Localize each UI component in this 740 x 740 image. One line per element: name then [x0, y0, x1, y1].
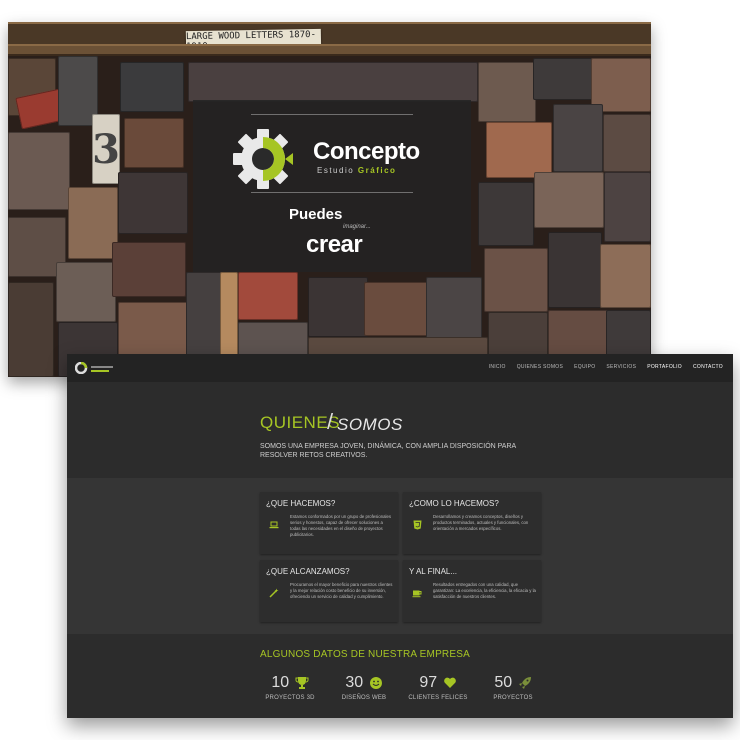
- service-card-text: Procuramos el mayor beneficio para nuest…: [290, 582, 393, 599]
- brand-subtitle: Estudio Gráfico: [317, 166, 397, 175]
- stat-label: PROYECTOS 3D: [265, 695, 315, 702]
- service-card: Y AL FINAL... Resultados entregados con …: [403, 560, 541, 622]
- smile-icon: [369, 677, 382, 689]
- service-card: ¿COMO LO HACEMOS? Desarrollamos y creamo…: [403, 492, 541, 554]
- shelf-top: [8, 22, 651, 46]
- laptop-icon: [268, 519, 280, 531]
- service-card-text: Estamos conformados por un grupo de prof…: [290, 514, 392, 537]
- rocket-icon: [518, 677, 531, 689]
- nav-menu: INICIO QUIENES SOMOS EQUIPO SERVICIOS PO…: [489, 364, 723, 370]
- divider-line: [251, 192, 413, 193]
- nav-item-contacto[interactable]: CONTACTO: [693, 364, 723, 370]
- coffee-icon: [411, 587, 423, 599]
- stat-value: 30: [345, 674, 364, 691]
- nav-item-inicio[interactable]: INICIO: [489, 364, 506, 370]
- service-card: ¿QUE ALCANZAMOS? Procuramos el mayor ben…: [260, 560, 398, 622]
- stat-label: PROYECTOS: [493, 695, 533, 702]
- stat-item: 50 PROYECTOS: [478, 674, 548, 701]
- service-card-text: Desarrollamos y creamos conceptos, diseñ…: [433, 514, 529, 531]
- about-section: QUIENES / SOMOS SOMOS UNA EMPRESA JOVEN,…: [67, 382, 733, 478]
- about-title-b: SOMOS: [337, 415, 403, 434]
- tagline-small: imaginar...: [343, 224, 371, 230]
- stat-value: 50: [494, 674, 513, 691]
- hero-banner: LARGE WOOD LETTERS 1870-1910 3 Concepto …: [8, 22, 651, 377]
- nav-logo-icon[interactable]: [75, 362, 89, 374]
- stat-value: 97: [419, 674, 438, 691]
- service-card-title: ¿QUE ALCANZAMOS?: [266, 567, 350, 576]
- service-card: ¿QUE HACEMOS? Estamos conformados por un…: [260, 492, 398, 554]
- service-card-title: ¿COMO LO HACEMOS?: [409, 499, 499, 508]
- stat-item: 10 PROYECTOS 3D: [255, 674, 325, 701]
- brand-overlay: Concepto Estudio Gráfico Puedes imaginar…: [193, 100, 471, 272]
- services-section: ¿QUE HACEMOS? Estamos conformados por un…: [67, 478, 733, 634]
- concepto-gear-logo: [233, 129, 293, 189]
- heart-icon: [443, 677, 456, 688]
- nav-logo-wordmark-sub: [91, 370, 109, 372]
- website-screenshot: INICIO QUIENES SOMOS EQUIPO SERVICIOS PO…: [67, 354, 733, 718]
- top-navigation: INICIO QUIENES SOMOS EQUIPO SERVICIOS PO…: [67, 354, 733, 382]
- trophy-icon: [295, 677, 309, 689]
- divider-line: [251, 114, 413, 115]
- service-card-title: Y AL FINAL...: [409, 567, 458, 576]
- stats-title: ALGUNOS DATOS DE NUESTRA EMPRESA: [260, 649, 470, 660]
- stat-item: 97 CLIENTES FELICES: [403, 674, 473, 701]
- stats-section: ALGUNOS DATOS DE NUESTRA EMPRESA 10 PROY…: [67, 634, 733, 718]
- nav-item-equipo[interactable]: EQUIPO: [574, 364, 595, 370]
- stat-item: 30 DISEÑOS WEB: [329, 674, 399, 701]
- nav-item-servicios[interactable]: SERVICIOS: [606, 364, 636, 370]
- about-description: SOMOS UNA EMPRESA JOVEN, DINÁMICA, CON A…: [260, 443, 516, 459]
- service-card-title: ¿QUE HACEMOS?: [266, 499, 336, 508]
- tagline-big: crear: [306, 231, 363, 258]
- title-slash: /: [327, 409, 334, 434]
- service-card-text: Resultados entregados con una calidad, q…: [433, 582, 536, 599]
- stat-value: 10: [271, 674, 290, 691]
- brand-name: Concepto: [313, 138, 420, 165]
- tagline-top: Puedes: [289, 206, 343, 223]
- nav-item-quienes-somos[interactable]: QUIENES SOMOS: [517, 364, 563, 370]
- html5-icon: [411, 519, 423, 531]
- magic-wand-icon: [268, 587, 280, 599]
- nav-item-portafolio[interactable]: PORTAFOLIO: [647, 364, 682, 370]
- stat-label: DISEÑOS WEB: [341, 695, 387, 702]
- nav-logo-wordmark: [91, 366, 113, 368]
- stat-label: CLIENTES FELICES: [408, 695, 468, 702]
- shelf-rail: [8, 44, 651, 56]
